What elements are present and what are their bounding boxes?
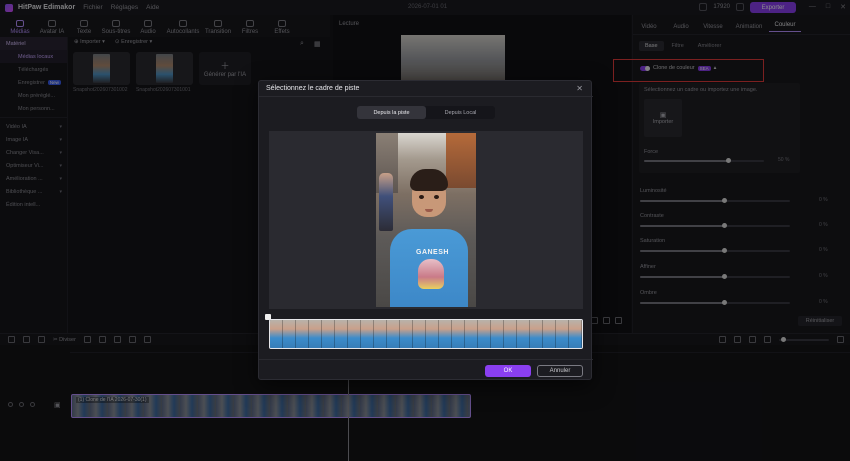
frame-thumb[interactable] (322, 320, 335, 348)
close-icon[interactable]: ✕ (576, 84, 583, 93)
tab-from-local[interactable]: Depuis Local (426, 106, 495, 119)
frame-preview-image: GANESH (376, 133, 476, 307)
frame-thumb[interactable] (452, 320, 465, 348)
frame-thumb[interactable] (309, 320, 322, 348)
tab-from-track[interactable]: Depuis la piste (357, 106, 426, 119)
photo-eye (419, 195, 424, 199)
frame-thumb[interactable] (543, 320, 556, 348)
frame-thumb[interactable] (478, 320, 491, 348)
frame-thumb[interactable] (413, 320, 426, 348)
frame-thumb[interactable] (530, 320, 543, 348)
frame-thumb[interactable] (569, 320, 582, 348)
frame-thumb[interactable] (361, 320, 374, 348)
source-tabs: Depuis la piste Depuis Local (357, 106, 495, 119)
frame-thumb[interactable] (374, 320, 387, 348)
frame-thumb[interactable] (296, 320, 309, 348)
photo-hair (410, 169, 448, 191)
photo-eye (434, 195, 439, 199)
photo-shirt-print (418, 259, 444, 289)
dialog-title: Sélectionnez le cadre de piste (266, 85, 360, 92)
app-window: HitPaw Edimakor Fichier Réglages Aide 20… (0, 0, 850, 461)
divider (259, 96, 593, 97)
cancel-label: Annuler (549, 368, 571, 374)
frame-thumb[interactable] (348, 320, 361, 348)
photo-building (446, 133, 476, 188)
frame-thumb[interactable] (335, 320, 348, 348)
frame-thumb[interactable] (387, 320, 400, 348)
frame-thumb[interactable] (400, 320, 413, 348)
shirt-text: GANESH (416, 249, 449, 256)
divider (259, 359, 593, 360)
frame-thumb[interactable] (270, 320, 283, 348)
select-frame-dialog: Sélectionnez le cadre de piste ✕ Depuis … (258, 80, 593, 380)
ok-label: OK (503, 368, 513, 374)
frame-thumb[interactable] (556, 320, 569, 348)
frame-strip[interactable] (269, 319, 583, 349)
frame-thumb[interactable] (517, 320, 530, 348)
frame-thumb[interactable] (491, 320, 504, 348)
frame-thumb[interactable] (439, 320, 452, 348)
frame-thumb[interactable] (465, 320, 478, 348)
cancel-button[interactable]: Annuler (537, 365, 583, 377)
frame-thumb[interactable] (283, 320, 296, 348)
photo-passerby (379, 173, 393, 231)
frame-thumb[interactable] (504, 320, 517, 348)
ok-button[interactable]: OK (485, 365, 531, 377)
frame-thumb[interactable] (426, 320, 439, 348)
